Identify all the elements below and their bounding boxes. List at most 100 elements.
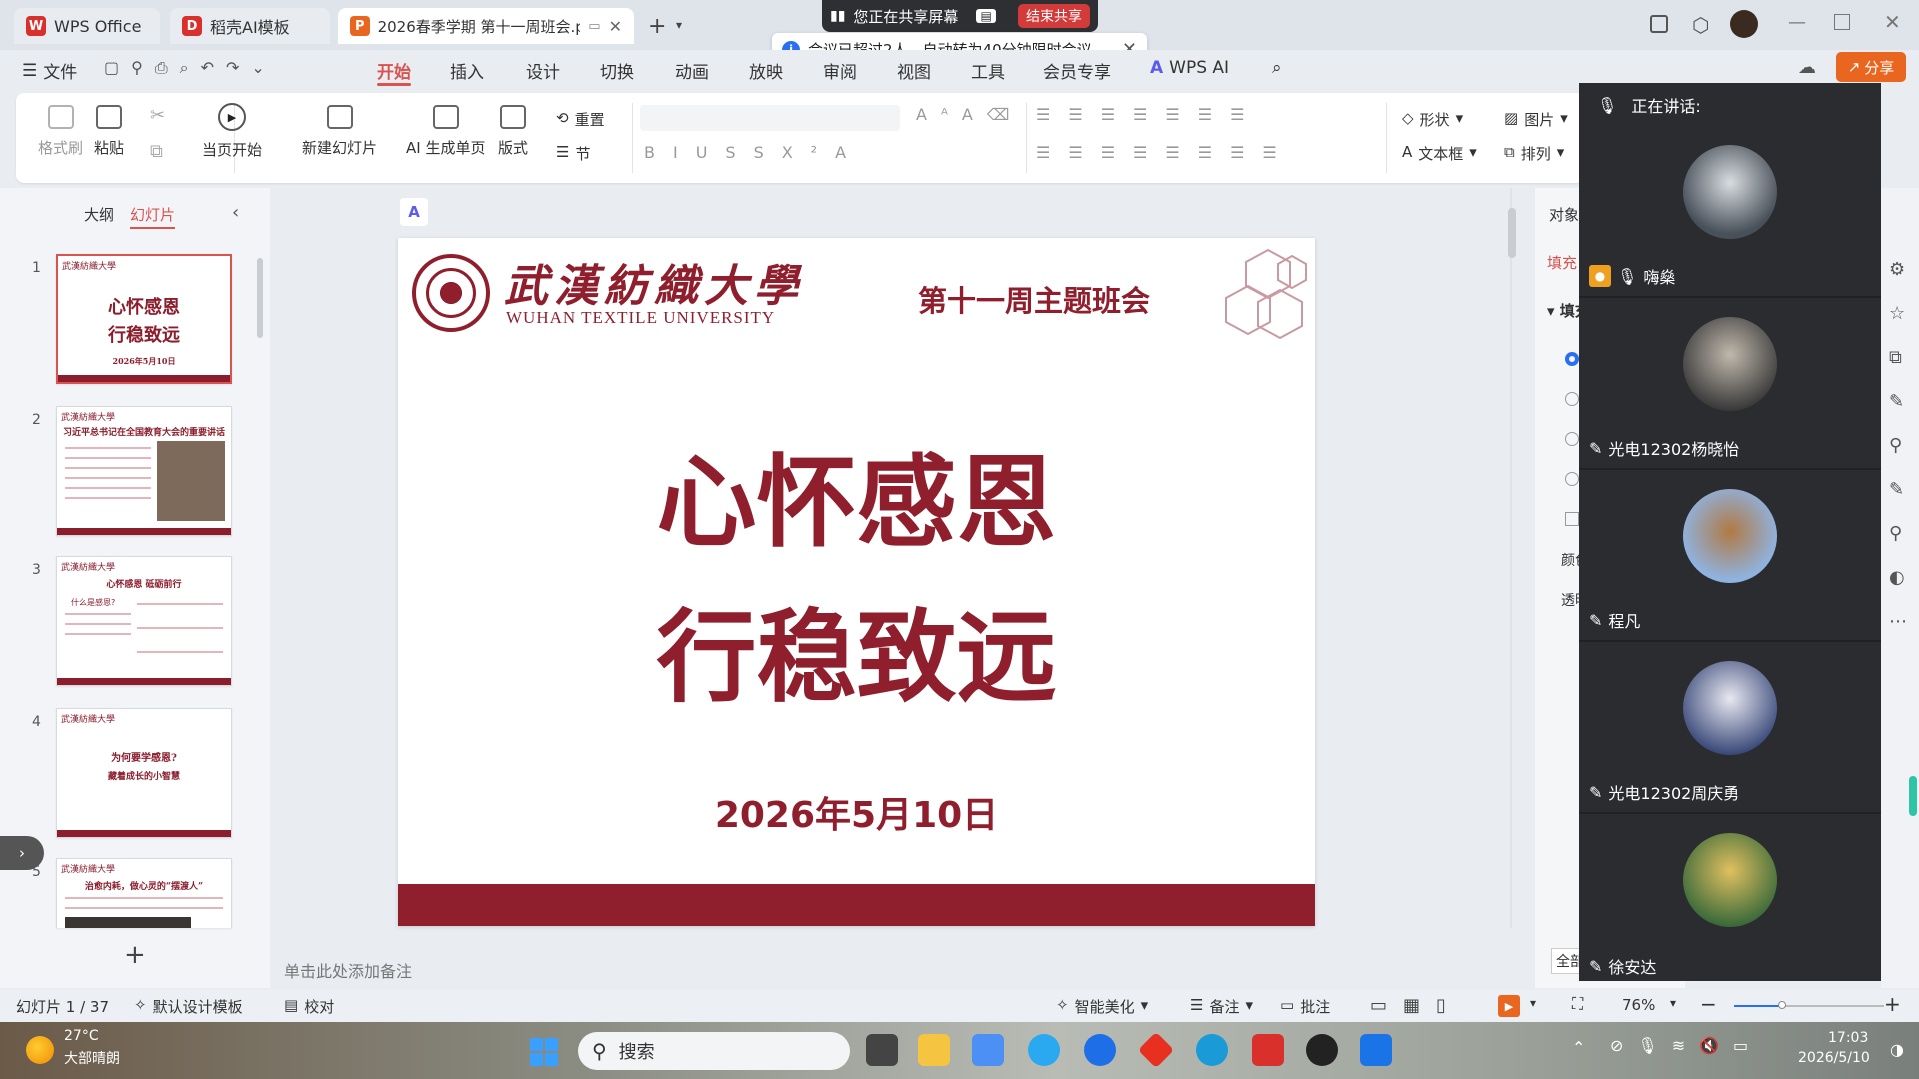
tab-fill[interactable]: 填充 [1547,252,1577,273]
menu-home[interactable]: 开始 [377,58,411,83]
slide[interactable]: 武漢紡織大學 WUHAN TEXTILE UNIVERSITY 第十一周主题班会… [398,238,1315,926]
comments-button[interactable]: ▭ 批注 [1280,996,1330,1017]
paste-button[interactable]: 粘贴 [94,105,124,158]
participant-tile[interactable]: ✎ 光电12302杨晓怡 [1579,299,1881,470]
file-menu[interactable]: ☰ 文件 [22,58,77,84]
new-slide-button[interactable]: 新建幻灯片 [302,105,377,158]
chevron-down-icon[interactable]: ▾ [1670,996,1676,1010]
tab-docer-templates[interactable]: D 稻壳AI模板 [170,8,330,44]
tab-outline[interactable]: 大纲 [84,204,114,225]
store-icon[interactable] [972,1034,1004,1066]
fill-checkbox[interactable] [1565,512,1579,526]
file-explorer-icon[interactable] [918,1034,950,1066]
maximize-icon[interactable] [1834,14,1850,30]
chevron-up-icon[interactable]: ⌃ [1572,1038,1585,1057]
tab-object[interactable]: 对象 [1549,204,1579,225]
clock-date[interactable]: 2026/5/10 [1798,1050,1870,1066]
slide-thumbnail-1[interactable]: 武漢紡織大學 心怀感恩 行稳致远 2026年5月10日 [56,254,232,384]
proofread-button[interactable]: ▤ 校对 [284,996,334,1017]
notification-icon[interactable]: ◑ [1890,1040,1904,1059]
document-icon[interactable]: ▤ [976,9,996,23]
user-avatar[interactable] [1730,10,1758,38]
picture-button[interactable]: ▨ 图片 ▾ [1504,109,1568,130]
fill-radio-none[interactable] [1565,352,1579,366]
cube-icon[interactable]: ⬡ [1692,13,1709,37]
copy-icon[interactable]: ⧉ [150,141,163,162]
search-icon[interactable]: ⌕ [1272,58,1282,78]
fill-radio-solid[interactable] [1565,392,1579,406]
notes-area[interactable]: 单击此处添加备注 [272,950,1512,986]
clock-time[interactable]: 17:03 [1828,1030,1868,1046]
side-scroll-indicator[interactable] [1909,776,1917,816]
shape-button[interactable]: ◇ 形状 ▾ [1402,109,1463,130]
menu-design[interactable]: 设计 [526,58,560,83]
add-slide-icon[interactable]: + [124,940,146,970]
menu-animation[interactable]: 动画 [675,58,709,83]
close-tab-icon[interactable]: ✕ [609,17,622,36]
new-tab-icon[interactable]: + [648,14,666,39]
tab-slides[interactable]: 幻灯片 [130,204,176,229]
cloud-upload-icon[interactable]: ☁ [1798,57,1816,78]
section-button[interactable]: ☰ 节 [556,143,590,164]
reset-button[interactable]: ⟲ 重置 [556,109,605,130]
menu-member[interactable]: 会员专享 [1043,58,1111,83]
textbox-button[interactable]: A 文本框 ▾ [1402,143,1477,164]
zoom-out-icon[interactable]: − [1700,992,1717,1016]
menu-transition[interactable]: 切换 [600,58,634,83]
taskbar-search[interactable]: ⚲ 搜索 [578,1032,850,1070]
canvas-scrollbar[interactable] [1508,208,1516,258]
layout-button[interactable]: 版式 [498,105,528,158]
slide-thumbnail-5[interactable]: 武漢紡織大學 治愈内耗，做心灵的“摆渡人” [56,858,232,928]
windows-start-icon[interactable] [530,1038,558,1066]
cut-icon[interactable]: ✂ [150,105,165,126]
participant-tile[interactable]: ✎ 程凡 [1579,471,1881,642]
chevron-down-icon[interactable]: ▾ [676,18,682,32]
view-mode-buttons[interactable]: ▭▦▯ [1370,995,1462,1016]
participant-tile[interactable]: ✎ 徐安达 [1579,815,1881,986]
arrange-button[interactable]: ⧉ 排列 ▾ [1504,143,1564,164]
meeting-app-icon[interactable] [1360,1034,1392,1066]
wps-ai-menu[interactable]: A WPS AI [1150,58,1229,78]
menu-slideshow[interactable]: 放映 [749,58,783,83]
menu-tools[interactable]: 工具 [971,58,1005,83]
ai-assistant-icon[interactable]: A [400,198,428,226]
edge-browser-icon[interactable] [1196,1034,1228,1066]
menu-view[interactable]: 视图 [897,58,931,83]
thumbnail-scrollbar[interactable] [257,258,263,338]
zoom-slider-handle[interactable] [1778,1001,1786,1009]
window-layout-icon[interactable] [1650,15,1668,33]
expand-icon[interactable]: › [0,836,44,870]
paragraph-buttons[interactable]: ☰☰☰☰☰☰☰ [1036,105,1262,124]
zoom-level[interactable]: 76% [1622,996,1655,1014]
menu-insert[interactable]: 插入 [450,58,484,83]
side-tools[interactable]: ⚙ ☆ ⧉ ✎ ⚲ ✎ ⚲ ◐ ⋯ [1889,248,1907,644]
quick-access-toolbar[interactable]: ▢⚲⎙⌕↶↷⌄ [104,58,277,78]
zoom-in-icon[interactable]: + [1884,992,1901,1016]
fill-radio-gradient[interactable] [1565,432,1579,446]
task-view-icon[interactable] [866,1034,898,1066]
end-share-button[interactable]: 结束共享 [1018,4,1090,28]
tab-wps-office[interactable]: W WPS Office [14,8,160,44]
fill-radio-picture[interactable] [1565,472,1579,486]
weather-icon[interactable] [26,1036,54,1064]
menu-review[interactable]: 审阅 [823,58,857,83]
qq-icon[interactable] [1306,1034,1338,1066]
font-family-select[interactable] [640,105,900,131]
alignment-buttons[interactable]: ☰☰☰☰☰☰☰☰ [1036,143,1295,162]
template-button[interactable]: ✧ 默认设计模板 [134,996,243,1017]
notes-toggle[interactable]: ☰ 备注 ▾ [1190,996,1253,1017]
slide-thumbnail-2[interactable]: 武漢紡織大學 习近平总书记在全国教育大会的重要讲话 [56,406,232,536]
font-size-buttons[interactable]: AᴬA⌫ [916,105,1023,124]
zoom-slider[interactable] [1734,1005,1884,1007]
system-tray-icons[interactable]: ⊘🎙≋🔇▭ [1610,1036,1762,1055]
slide-thumbnail-3[interactable]: 武漢紡織大學 心怀感恩 砥砺前行 什么是感恩? [56,556,232,686]
slide-thumbnail-4[interactable]: 武漢紡織大學 为何要学感恩? 藏着成长的小智慧 [56,708,232,838]
ai-single-page-button[interactable]: AI 生成单页 [406,105,485,158]
participant-tile[interactable]: ✎ 光电12302周庆勇 [1579,643,1881,814]
tab-presentation[interactable]: P 2026春季学期 第十一周班会.p ▭ ✕ [338,8,634,44]
fit-to-window-icon[interactable]: ⛶ [1572,994,1583,1014]
participant-tile[interactable]: ● 🎙 嗨燊 [1579,127,1881,298]
smart-beautify-button[interactable]: ✧ 智能美化 ▾ [1056,996,1148,1017]
minimize-icon[interactable]: — [1788,12,1806,33]
app-icon[interactable] [1028,1034,1060,1066]
